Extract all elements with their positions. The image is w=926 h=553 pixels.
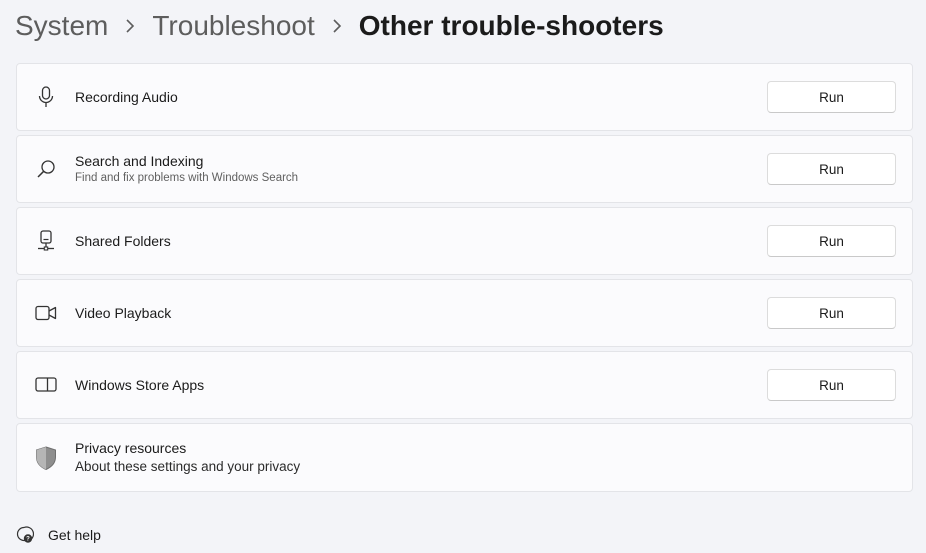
run-shared-folders-button[interactable]: Run bbox=[767, 225, 896, 257]
troubleshooter-title: Search and Indexing bbox=[75, 153, 204, 169]
run-video-playback-button[interactable]: Run bbox=[767, 297, 896, 329]
get-help-label: Get help bbox=[48, 527, 101, 543]
help-chat-icon: ? bbox=[16, 526, 34, 544]
page-title: Other trouble-shooters bbox=[358, 10, 664, 41]
troubleshooter-title: Windows Store Apps bbox=[75, 377, 205, 393]
breadcrumb-troubleshoot[interactable]: Troubleshoot bbox=[152, 8, 314, 44]
run-recording-audio-button[interactable]: Run bbox=[767, 81, 896, 113]
run-search-indexing-button[interactable]: Run bbox=[767, 153, 896, 185]
video-camera-icon bbox=[35, 302, 57, 324]
chevron-right-icon bbox=[108, 19, 152, 33]
troubleshooter-windows-store-apps: Windows Store Apps Run bbox=[16, 351, 913, 419]
privacy-link[interactable]: About these settings and your privacy bbox=[75, 457, 300, 477]
privacy-resources-card: Privacy resources About these settings a… bbox=[16, 423, 913, 492]
microphone-icon bbox=[35, 86, 57, 108]
breadcrumb: System Troubleshoot Other trouble-shoote… bbox=[15, 8, 664, 44]
breadcrumb-system[interactable]: System bbox=[15, 8, 108, 44]
store-apps-icon bbox=[35, 374, 57, 396]
network-drive-icon bbox=[35, 230, 57, 252]
troubleshooter-recording-audio: Recording Audio Run bbox=[16, 63, 913, 131]
troubleshooter-title: Shared Folders bbox=[75, 233, 171, 249]
get-help-link[interactable]: ? Get help bbox=[16, 526, 101, 544]
svg-text:?: ? bbox=[26, 537, 30, 543]
chevron-right-icon bbox=[315, 19, 359, 33]
troubleshooter-description: Find and fix problems with Windows Searc… bbox=[75, 172, 299, 184]
privacy-resources-title: Privacy resources bbox=[75, 439, 187, 456]
troubleshooter-title: Recording Audio bbox=[75, 89, 178, 105]
troubleshooter-search-indexing: Search and Indexing Find and fix problem… bbox=[16, 135, 913, 203]
run-windows-store-apps-button[interactable]: Run bbox=[767, 369, 896, 401]
shield-icon bbox=[33, 445, 59, 471]
troubleshooter-video-playback: Video Playback Run bbox=[16, 279, 913, 347]
troubleshooter-title: Video Playback bbox=[75, 305, 172, 321]
search-icon bbox=[35, 158, 57, 180]
troubleshooter-shared-folders: Shared Folders Run bbox=[16, 207, 913, 275]
